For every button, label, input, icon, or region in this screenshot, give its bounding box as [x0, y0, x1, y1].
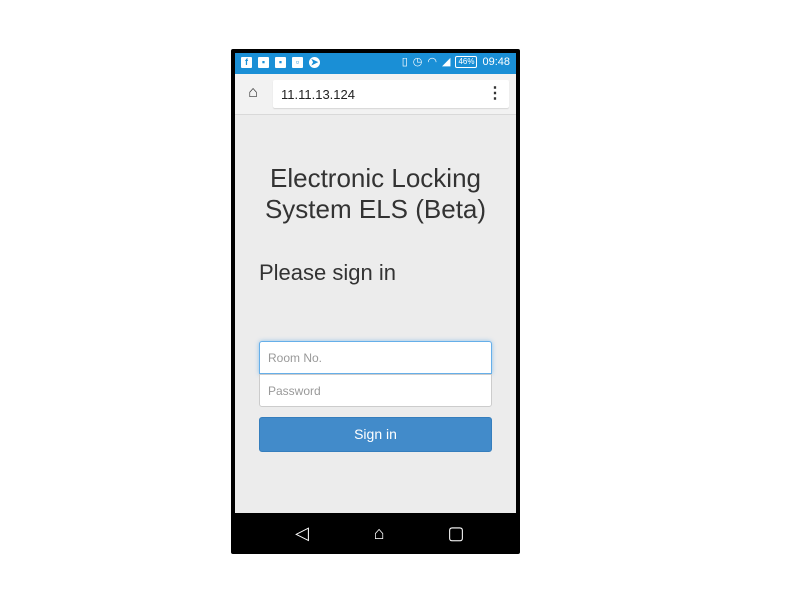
image-icon: ▪	[258, 57, 269, 68]
photos-icon: ▪	[275, 57, 286, 68]
android-nav-bar: ◁ ⌂ ▢	[235, 513, 516, 554]
clock: 09:48	[482, 56, 510, 68]
facebook-icon: f	[241, 57, 252, 68]
system-icons: ▯ ◷ ◠ ◢ 46% 09:48	[402, 56, 510, 68]
telegram-icon: ➤	[309, 57, 320, 68]
status-bar: f ▪ ▪ ▫ ➤ ▯ ◷ ◠ ◢ 46% 09:48	[235, 53, 516, 74]
alarm-icon: ◷	[412, 56, 423, 68]
menu-icon[interactable]: ⋮	[487, 83, 503, 105]
recents-icon[interactable]: ▢	[443, 521, 469, 545]
back-icon[interactable]: ◁	[289, 521, 315, 545]
home-icon[interactable]: ⌂	[243, 83, 263, 103]
address-bar[interactable]: 11.11.13.124 ⋮	[273, 80, 509, 108]
browser-toolbar: ⌂ 11.11.13.124 ⋮	[235, 74, 516, 115]
signal-icon: ◢	[441, 56, 451, 68]
signin-heading: Please sign in	[259, 260, 396, 285]
vibrate-icon: ▯	[401, 56, 408, 68]
wifi-icon: ◠	[427, 56, 437, 68]
title-line-1: Electronic Locking	[270, 163, 481, 193]
url-text[interactable]: 11.11.13.124	[281, 87, 355, 102]
signin-button[interactable]: Sign in	[259, 417, 492, 452]
title-line-2: System ELS (Beta)	[264, 194, 487, 224]
notification-icons: f ▪ ▪ ▫ ➤	[241, 57, 320, 68]
page-title: Electronic Locking System ELS (Beta)	[235, 163, 516, 225]
home-icon[interactable]: ⌂	[366, 521, 392, 545]
room-input[interactable]	[260, 342, 491, 373]
password-input[interactable]	[260, 375, 491, 406]
phone-frame: f ▪ ▪ ▫ ➤ ▯ ◷ ◠ ◢ 46% 09:48 ⌂ 11.11.13.1…	[231, 49, 520, 554]
room-field[interactable]	[259, 341, 492, 374]
password-field[interactable]	[259, 374, 492, 407]
battery-indicator: 46%	[455, 56, 478, 68]
clipboard-icon: ▫	[292, 57, 303, 68]
page-content: Electronic Locking System ELS (Beta) Ple…	[235, 115, 516, 513]
